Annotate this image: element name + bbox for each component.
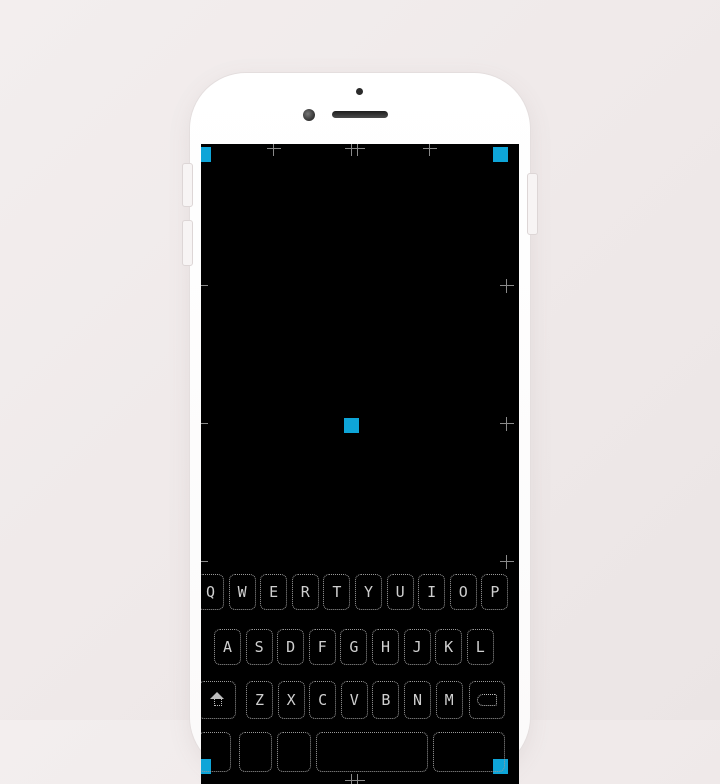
- key-q[interactable]: Q: [201, 574, 224, 610]
- marker-top-left[interactable]: [201, 147, 211, 162]
- key-j[interactable]: J: [403, 629, 431, 665]
- phone-screen[interactable]: Q W E R T Y U I O P A S D F G H J K L Z X C V B N M: [201, 144, 519, 784]
- power-button: [527, 173, 538, 235]
- key-b[interactable]: B: [372, 681, 400, 719]
- key-label: E: [269, 583, 279, 601]
- backspace-icon: [477, 694, 497, 706]
- key-label: P: [490, 583, 500, 601]
- key-p[interactable]: P: [481, 574, 509, 610]
- volume-button: [182, 220, 193, 266]
- key-d[interactable]: D: [277, 629, 305, 665]
- key-label: X: [286, 691, 296, 709]
- key-w[interactable]: W: [228, 574, 256, 610]
- key-r[interactable]: R: [291, 574, 319, 610]
- key-f[interactable]: F: [308, 629, 336, 665]
- earpiece-speaker: [332, 111, 388, 118]
- crosshair-guide: [351, 144, 365, 156]
- key-label: I: [427, 583, 437, 601]
- crosshair-guide: [500, 555, 514, 569]
- key-label: B: [381, 691, 391, 709]
- key-label: T: [332, 583, 342, 601]
- key-l[interactable]: L: [466, 629, 494, 665]
- key-label: J: [412, 638, 422, 656]
- key-label: O: [458, 583, 468, 601]
- key-label: K: [444, 638, 454, 656]
- numbers-key[interactable]: [201, 732, 231, 772]
- key-label: G: [349, 638, 359, 656]
- crosshair-guide: [500, 417, 514, 431]
- key-h[interactable]: H: [372, 629, 399, 665]
- key-label: N: [412, 691, 423, 709]
- shift-arrow-icon: [210, 692, 224, 706]
- key-g[interactable]: G: [340, 629, 368, 665]
- crosshair-guide: [201, 555, 208, 569]
- crosshair-guide: [267, 144, 281, 156]
- backspace-key[interactable]: [469, 681, 505, 719]
- key-label: C: [318, 691, 328, 709]
- marker-top-right[interactable]: [493, 147, 508, 162]
- key-a[interactable]: A: [214, 629, 241, 665]
- key-label: Q: [205, 583, 216, 601]
- key-v[interactable]: V: [340, 681, 368, 719]
- key-k[interactable]: K: [435, 629, 463, 665]
- key-y[interactable]: Y: [355, 574, 382, 610]
- crosshair-guide: [201, 279, 208, 293]
- key-label: Z: [254, 691, 265, 709]
- key-i[interactable]: I: [418, 574, 446, 610]
- key-label: U: [395, 583, 405, 601]
- crosshair-guide: [351, 774, 365, 784]
- key-label: L: [475, 638, 485, 656]
- phone-device: Q W E R T Y U I O P A S D F G H J K L Z X C V B N M: [182, 73, 538, 784]
- key-label: R: [300, 583, 310, 601]
- key-n[interactable]: N: [404, 681, 431, 719]
- sensor-icon: [356, 88, 363, 95]
- return-key[interactable]: [433, 732, 505, 772]
- key-x[interactable]: X: [277, 681, 305, 719]
- mic-key[interactable]: [277, 732, 311, 772]
- key-m[interactable]: M: [435, 681, 463, 719]
- marker-center[interactable]: [344, 418, 359, 433]
- key-e[interactable]: E: [260, 574, 288, 610]
- key-label: D: [286, 638, 296, 656]
- key-label: S: [254, 638, 264, 656]
- crosshair-guide: [423, 144, 437, 156]
- key-label: A: [222, 638, 233, 656]
- mute-switch: [182, 163, 193, 207]
- crosshair-guide: [201, 417, 208, 431]
- key-o[interactable]: O: [449, 574, 477, 610]
- key-t[interactable]: T: [323, 574, 351, 610]
- shift-key[interactable]: [201, 681, 236, 719]
- key-label: W: [237, 583, 247, 601]
- key-label: V: [349, 691, 359, 709]
- key-label: F: [317, 638, 327, 656]
- key-label: M: [444, 691, 454, 709]
- key-u[interactable]: U: [386, 574, 414, 610]
- key-s[interactable]: S: [245, 629, 273, 665]
- globe-key[interactable]: [239, 732, 272, 772]
- key-c[interactable]: C: [309, 681, 337, 719]
- key-label: Y: [363, 583, 374, 601]
- front-camera-icon: [303, 109, 315, 121]
- key-label: H: [380, 638, 391, 656]
- key-z[interactable]: Z: [246, 681, 273, 719]
- space-key[interactable]: [316, 732, 428, 772]
- crosshair-guide: [500, 279, 514, 293]
